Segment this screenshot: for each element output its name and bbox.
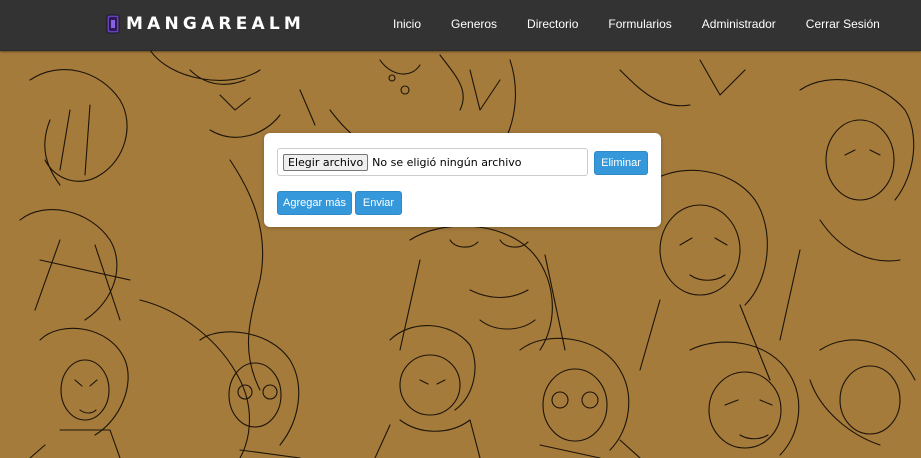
submit-button[interactable]: Enviar [355, 191, 402, 215]
nav-link-directorio[interactable]: Directorio [527, 17, 578, 31]
add-more-button[interactable]: Agregar más [277, 191, 352, 215]
brand-name: MANGAREALM [126, 14, 306, 34]
nav-link-formularios[interactable]: Formularios [608, 17, 671, 31]
nav-link-administrador[interactable]: Administrador [702, 17, 776, 31]
file-status-text: No se eligió ningún archivo [372, 155, 522, 169]
file-input[interactable]: Elegir archivo No se eligió ningún archi… [277, 148, 588, 176]
brand[interactable]: MANGAREALM [106, 14, 305, 34]
nav-links: Inicio Generos Directorio Formularios Ad… [393, 17, 880, 31]
remove-button[interactable]: Eliminar [594, 151, 648, 175]
page: MANGAREALM Inicio Generos Directorio For… [0, 0, 921, 458]
background-artwork [19, 50, 916, 458]
book-logo-icon [106, 14, 120, 34]
choose-file-button[interactable]: Elegir archivo [283, 153, 369, 171]
nav-link-inicio[interactable]: Inicio [393, 17, 421, 31]
upload-form-card: Elegir archivo No se eligió ningún archi… [264, 133, 661, 227]
navbar: MANGAREALM Inicio Generos Directorio For… [0, 0, 921, 51]
nav-link-cerrar-sesion[interactable]: Cerrar Sesión [806, 17, 880, 31]
nav-link-generos[interactable]: Generos [451, 17, 497, 31]
